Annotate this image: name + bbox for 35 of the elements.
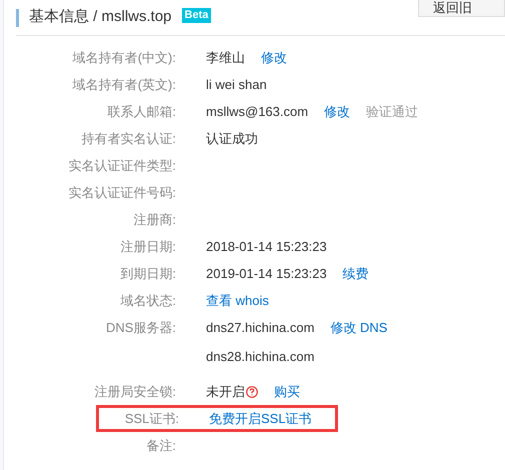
field-value: msllws@163.com: [206, 102, 308, 121]
field-label: 备注:: [146, 438, 176, 453]
field-label: 实名认证证件类型:: [68, 158, 176, 173]
field-label: 域名状态:: [120, 292, 176, 308]
action-link[interactable]: 修改: [324, 102, 350, 122]
field-value: dns27.hichina.com: [206, 318, 314, 337]
field-value: 李维山: [206, 48, 245, 67]
field-label: 到期日期:: [120, 266, 176, 281]
beta-badge: Beta: [182, 8, 212, 23]
status-text: 验证通过: [366, 102, 418, 121]
field-value: 2019-01-14 15:23:23: [206, 264, 327, 283]
field-value: 认证成功: [206, 130, 258, 148]
field-value: 2018-01-14 15:23:23: [206, 238, 327, 256]
action-link[interactable]: 续费: [342, 264, 369, 284]
field-label: SSL证书:: [124, 410, 179, 426]
action-link[interactable]: 修改 DNS: [330, 318, 388, 338]
field-label: 注册日期:: [120, 238, 176, 254]
field-value: 未开启: [206, 382, 245, 401]
back-button[interactable]: 返回旧: [418, 0, 505, 17]
action-link[interactable]: 购买: [274, 382, 300, 402]
field-value: li wei shan: [206, 76, 267, 94]
field-label: 域名持有者(英文):: [72, 76, 176, 92]
field-label: 联系人邮箱:: [107, 104, 176, 119]
field-label: 持有者实名认证:: [81, 130, 176, 146]
page-title: 基本信息 / msllws.top: [29, 7, 172, 28]
action-link[interactable]: 修改: [261, 48, 287, 68]
field-label: 注册商:: [133, 212, 176, 227]
field-label: 实名认证证件号码:: [68, 184, 176, 200]
action-link[interactable]: 查看 whois: [206, 290, 269, 310]
field-value: dns28.hichina.com: [206, 348, 314, 366]
field-label: 注册局安全锁:: [94, 384, 176, 399]
field-label: 域名持有者(中文):: [72, 50, 176, 65]
action-link[interactable]: 免费开启SSL证书: [209, 408, 312, 428]
field-label: DNS服务器:: [106, 320, 176, 335]
help-icon[interactable]: [246, 386, 258, 398]
